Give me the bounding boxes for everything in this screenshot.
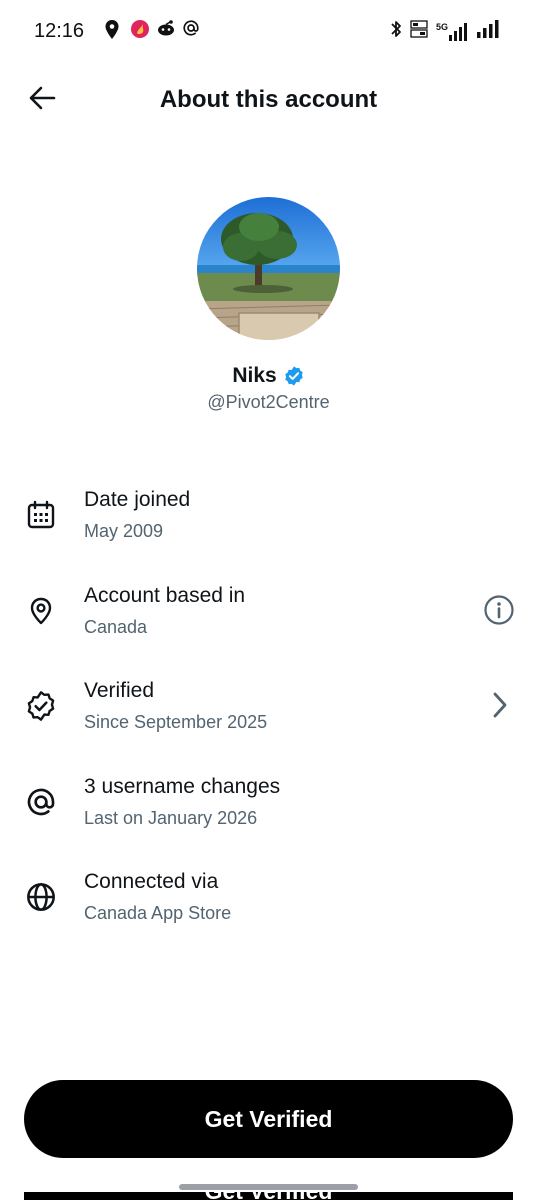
bluetooth-icon	[390, 19, 402, 44]
info-subtitle: Since September 2025	[84, 712, 268, 732]
info-row-date-joined: Date joined May 2009	[0, 470, 537, 550]
globe-icon	[24, 880, 58, 914]
volte-icon	[410, 19, 428, 44]
info-row-verified[interactable]: Verified Since September 2025	[0, 661, 537, 741]
info-title: Account based in	[84, 584, 246, 607]
verified-badge-icon	[283, 365, 305, 387]
network-type-label: 5G	[435, 21, 448, 32]
chevron-right-icon[interactable]	[481, 687, 517, 723]
calendar-icon	[24, 498, 58, 532]
get-verified-button[interactable]: Get Verified	[24, 1080, 513, 1158]
reddit-icon	[156, 19, 174, 41]
peek-get-verified-button[interactable]: Get Verified	[24, 1192, 513, 1200]
profile-name-row: Niks	[0, 364, 537, 388]
info-title: Date joined	[84, 488, 191, 511]
profile-handle: @Pivot2Centre	[207, 392, 330, 412]
location-pin-icon	[24, 594, 58, 628]
5g-signal-icon: 5G	[435, 21, 469, 41]
verified-badge-outline-icon	[24, 689, 58, 723]
info-subtitle: May 2009	[84, 521, 164, 541]
info-subtitle: Canada	[84, 617, 148, 637]
status-notification-icons	[104, 19, 200, 41]
info-icon[interactable]	[481, 592, 517, 628]
profile-name: Niks	[232, 364, 277, 387]
at-sign-icon	[182, 19, 200, 41]
info-row-connected-via: Connected via Canada App Store	[0, 852, 537, 932]
info-row-username-changes: 3 username changes Last on January 2026	[0, 757, 537, 837]
info-subtitle: Last on January 2026	[84, 808, 258, 828]
status-system-icons: 5G	[390, 19, 499, 44]
home-indicator[interactable]	[179, 1184, 358, 1190]
info-title: Connected via	[84, 870, 219, 893]
at-sign-icon	[24, 785, 58, 819]
cell-signal-icon	[477, 20, 499, 43]
location-pin-icon	[104, 19, 122, 41]
info-subtitle: Canada App Store	[84, 903, 232, 923]
info-title: Verified	[84, 679, 155, 702]
avatar[interactable]	[197, 197, 340, 340]
info-title: 3 username changes	[84, 775, 281, 798]
peek-button-label: Get Verified	[24, 1192, 513, 1200]
app-flame-icon	[130, 19, 149, 41]
header: About this account	[0, 64, 537, 140]
status-time: 12:16	[34, 20, 85, 42]
info-row-account-location: Account based in Canada	[0, 566, 537, 646]
page-title: About this account	[159, 86, 378, 113]
status-bar: 12:16 5G	[0, 0, 537, 64]
